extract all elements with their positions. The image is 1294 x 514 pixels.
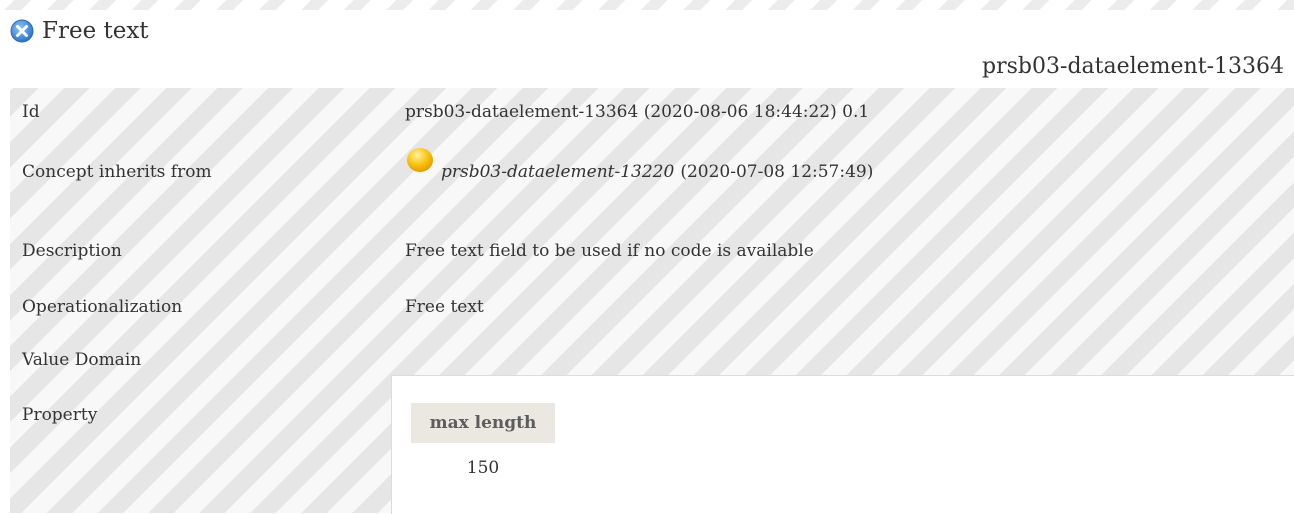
value-domain-label: Value Domain xyxy=(22,350,142,370)
row-description: Description Free text field to be used i… xyxy=(10,227,1294,279)
description-label: Description xyxy=(22,241,122,261)
description-value: Free text field to be used if no code is… xyxy=(405,241,814,261)
property-table: max length 150 xyxy=(391,375,1294,514)
header-stripe xyxy=(0,0,1294,10)
row-inherits: Concept inherits from prsb03-dataelement… xyxy=(10,144,1294,196)
max-length-header: max length xyxy=(411,403,555,443)
page-title: Free text xyxy=(42,18,149,44)
inherits-link[interactable]: prsb03-dataelement-13220 xyxy=(441,160,674,184)
operationalization-label: Operationalization xyxy=(22,297,183,317)
property-label: Property xyxy=(22,405,98,425)
operationalization-value: Free text xyxy=(405,297,484,317)
inherits-date: (2020-07-08 12:57:49) xyxy=(680,162,874,182)
concept-details: Id prsb03-dataelement-13364 (2020-08-06 … xyxy=(10,88,1294,514)
row-operationalization: Operationalization Free text xyxy=(10,283,1294,335)
id-label: Id xyxy=(22,102,40,122)
close-circle-icon[interactable] xyxy=(10,19,34,43)
row-id: Id prsb03-dataelement-13364 (2020-08-06 … xyxy=(10,88,1294,140)
inherits-label: Concept inherits from xyxy=(22,162,212,182)
yellow-circle-icon xyxy=(405,146,435,172)
title-row: Free text xyxy=(10,14,149,48)
inherits-value: prsb03-dataelement-13220 (2020-07-08 12:… xyxy=(405,148,874,184)
max-length-value: 150 xyxy=(466,458,500,478)
concept-header: Free text prsb03-dataelement-13364 xyxy=(0,0,1294,88)
concept-id-label: prsb03-dataelement-13364 xyxy=(982,54,1284,79)
id-value: prsb03-dataelement-13364 (2020-08-06 18:… xyxy=(405,102,870,122)
